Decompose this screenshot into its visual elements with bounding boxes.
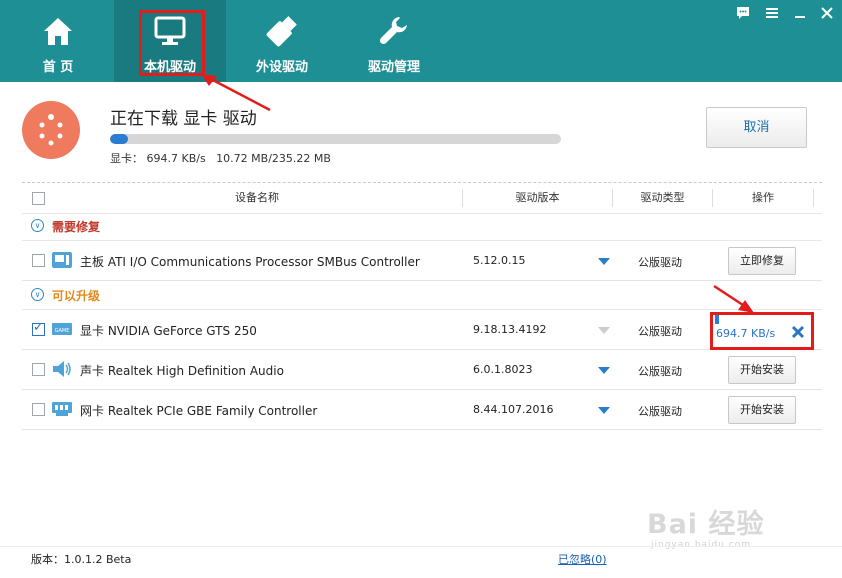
select-all-checkbox[interactable] — [32, 192, 45, 205]
ignored-link[interactable]: 已忽略(0) — [558, 551, 607, 567]
version-dropdown-icon[interactable] — [598, 407, 610, 414]
driver-version: 8.44.107.2016 — [473, 403, 554, 416]
top-nav-bar: 首 页 本机驱动 外设驱动 驱动管理 — [0, 0, 842, 82]
nav-driver-management[interactable]: 驱动管理 — [338, 0, 450, 82]
column-device-name: 设备名称 — [235, 191, 279, 204]
download-title: 正在下载 显卡 驱动 — [110, 109, 257, 129]
table-row: 主板 ATI I/O Communications Processor SMBu… — [22, 241, 822, 281]
driver-version: 9.18.13.4192 — [473, 323, 547, 336]
annotation-arrow — [713, 284, 754, 313]
start-install-button[interactable]: 开始安装 — [728, 356, 796, 384]
driver-version: 6.0.1.8023 — [473, 363, 533, 376]
home-icon — [44, 18, 72, 45]
driver-type: 公版驱动 — [638, 365, 682, 378]
repair-now-button[interactable]: 立即修复 — [728, 247, 796, 275]
download-progress-bar — [110, 134, 561, 144]
feedback-icon[interactable] — [734, 6, 752, 24]
table-header: 设备名称 驱动版本 驱动类型 操作 — [22, 182, 822, 214]
row-checkbox[interactable] — [32, 403, 45, 416]
usb-icon — [266, 16, 297, 47]
watermark-logo: Bai 经验 — [647, 502, 764, 541]
table-row: 声卡 Realtek High Definition Audio 6.0.1.8… — [22, 350, 822, 390]
row-checkbox[interactable] — [32, 363, 45, 376]
row-checkbox[interactable] — [32, 254, 45, 267]
nav-home[interactable]: 首 页 — [2, 0, 114, 82]
table-row: 网卡 Realtek PCIe GBE Family Controller 8.… — [22, 390, 822, 430]
device-name: 主板 ATI I/O Communications Processor SMBu… — [80, 255, 420, 269]
table-row: GAME 显卡 NVIDIA GeForce GTS 250 9.18.13.4… — [22, 310, 822, 350]
column-driver-type: 驱动类型 — [640, 191, 685, 204]
nav-label: 首 页 — [42, 60, 74, 75]
group-label: 可以升级 — [52, 289, 101, 303]
speaker-icon — [53, 361, 71, 377]
group-label: 需要修复 — [52, 220, 101, 234]
device-name: 显卡 NVIDIA GeForce GTS 250 — [80, 324, 257, 338]
chevron-down-icon[interactable]: ∨ — [31, 288, 44, 301]
chevron-down-icon[interactable]: ∨ — [31, 219, 44, 232]
row-checkbox[interactable] — [32, 320, 45, 336]
driver-type: 公版驱动 — [638, 256, 682, 269]
column-driver-version: 驱动版本 — [515, 191, 560, 204]
device-name: 网卡 Realtek PCIe GBE Family Controller — [80, 404, 318, 418]
watermark-text: Bai 经验 — [647, 509, 765, 540]
svg-text:GAME: GAME — [55, 328, 70, 334]
version-dropdown-icon[interactable] — [598, 258, 610, 265]
minimize-icon[interactable] — [791, 6, 809, 24]
wrench-icon — [379, 17, 407, 45]
start-install-button[interactable]: 开始安装 — [728, 396, 796, 424]
annotation-highlight-box — [139, 10, 205, 76]
version-dropdown-icon[interactable] — [598, 327, 610, 334]
network-card-icon — [52, 402, 72, 416]
nav-label: 驱动管理 — [367, 60, 420, 75]
driver-type: 公版驱动 — [638, 325, 682, 338]
download-progress-fill — [110, 134, 129, 144]
group-needs-repair[interactable]: ∨ 需要修复 — [22, 212, 822, 241]
download-status-icon — [22, 101, 80, 159]
motherboard-icon — [52, 252, 72, 268]
version-dropdown-icon[interactable] — [598, 367, 610, 374]
download-info: 显卡： 694.7 KB/s 10.72 MB/235.22 MB — [110, 152, 331, 165]
device-name: 声卡 Realtek High Definition Audio — [80, 364, 284, 378]
driver-version: 5.12.0.15 — [473, 254, 526, 267]
menu-icon[interactable] — [763, 6, 781, 24]
close-icon[interactable] — [818, 6, 836, 24]
group-can-upgrade[interactable]: ∨ 可以升级 — [22, 281, 822, 310]
column-divider — [813, 189, 814, 207]
driver-type: 公版驱动 — [638, 405, 682, 418]
graphics-card-icon: GAME — [52, 323, 72, 335]
column-action: 操作 — [752, 191, 774, 204]
version-label: 版本：1.0.1.2 Beta — [31, 553, 132, 566]
cancel-button[interactable]: 取消 — [706, 107, 807, 148]
